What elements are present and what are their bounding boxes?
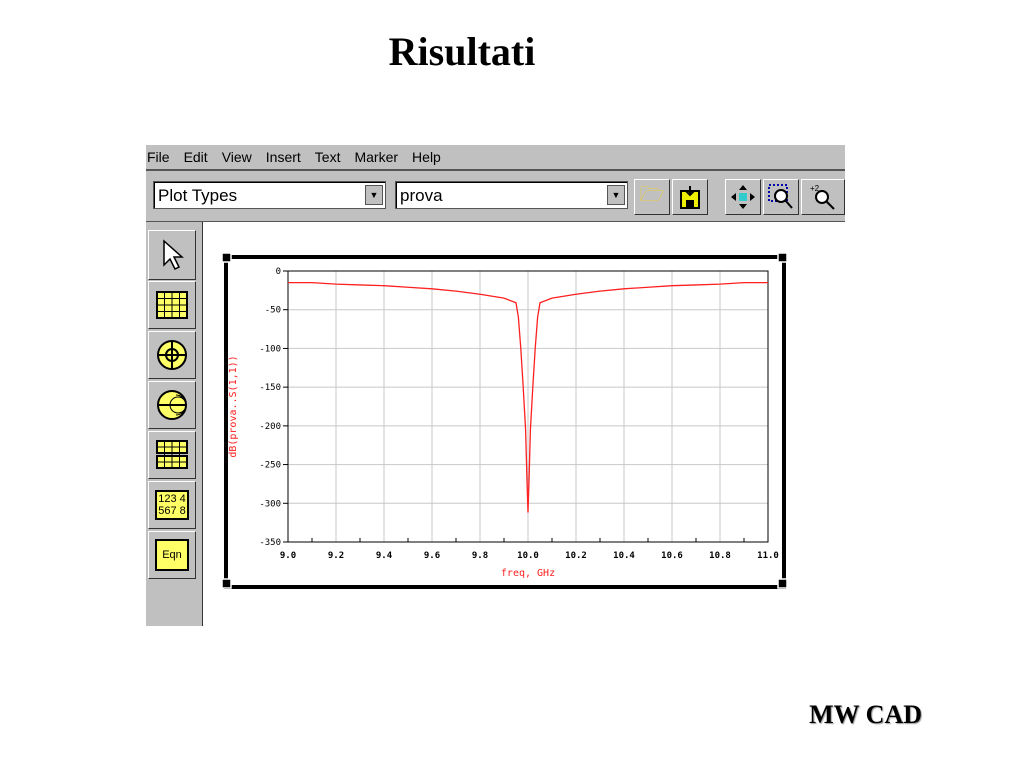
y-tick-label: -200 [259,422,281,432]
y-tick-label: -50 [265,306,281,316]
chevron-down-icon[interactable]: ▼ [607,185,625,205]
slide-title: Risultati [388,29,536,74]
polar-plot-button[interactable] [148,331,196,379]
zoom-area-icon [768,184,793,209]
plot-canvas[interactable]: 9.0 9.2 9.4 9.6 9.8 10.0 10.2 10.4 10.6 10.8 11.0 0… [203,222,845,626]
rectangular-plot[interactable]: 9.0 9.2 9.4 9.6 9.8 10.0 10.2 10.4 10.6 10.8 11.0 0… [203,222,845,626]
move-icon [731,185,755,209]
x-tick-label: 10.6 [661,551,683,561]
menu-bar: File Edit View Insert Text Marker Help [146,145,845,171]
x-tick-label: 11.0 [757,551,779,561]
zoom-area-button[interactable] [763,179,799,215]
grid-plot-icon [156,291,188,319]
x-tick-label: 9.6 [424,551,440,561]
smith-chart-icon [157,390,187,420]
save-icon [680,186,700,209]
x-tick-label: 10.0 [517,551,539,561]
zoom-in-icon: +2 [810,184,835,210]
stack-icon: 123 4 567 8 [155,490,189,520]
y-tick-label: -150 [259,383,281,393]
x-tick-label: 9.0 [280,551,296,561]
stack-button[interactable]: 123 4 567 8 [148,481,196,529]
selection-handle [777,578,788,589]
y-tick-label: 0 [276,267,281,277]
move-button[interactable] [725,179,761,215]
menu-file[interactable]: File [147,149,170,165]
slide-footer: MW CAD [809,700,922,729]
menu-view[interactable]: View [222,149,252,165]
equation-icon: Eqn [155,539,189,571]
app-window: File Edit View Insert Text Marker Help P… [146,145,845,626]
x-tick-label: 10.2 [565,551,587,561]
rectangular-plot-button[interactable] [148,281,196,329]
x-tick-label: 9.8 [472,551,488,561]
plot-types-value: Plot Types [158,186,238,205]
dataset-value: prova [400,186,443,205]
smith-chart-button[interactable] [148,381,196,429]
selection-handle [221,578,232,589]
plot-types-select[interactable]: Plot Types ▼ [153,181,386,209]
y-axis-label: dB(prova..S(1,1)) [228,355,239,457]
toolbar: Plot Types ▼ prova ▼ 🗁 +2 [146,173,845,223]
open-button[interactable]: 🗁 [634,179,670,215]
folder-open-icon: 🗁 [639,184,665,206]
y-tick-label: -100 [259,344,281,354]
pointer-button[interactable] [148,230,196,280]
x-tick-label: 9.2 [328,551,344,561]
plot-frame [224,255,786,589]
equation-button[interactable]: Eqn [148,531,196,579]
pointer-arrow-icon [163,239,184,271]
menu-edit[interactable]: Edit [184,149,208,165]
menu-marker[interactable]: Marker [354,149,398,165]
list-button[interactable] [148,431,196,479]
y-tick-label: -250 [259,461,281,471]
menu-text[interactable]: Text [315,149,341,165]
x-tick-label: 10.4 [613,551,635,561]
polar-plot-icon [157,340,187,370]
selection-handle [777,252,788,263]
zoom-2x-button[interactable]: +2 [801,179,845,215]
dataset-select[interactable]: prova ▼ [395,181,628,209]
plot-palette: 123 4 567 8 Eqn [146,222,203,626]
x-axis-label: freq, GHz [501,568,555,579]
y-tick-label: -300 [259,499,281,509]
menu-insert[interactable]: Insert [266,149,301,165]
selection-handle [221,252,232,263]
menu-help[interactable]: Help [412,149,441,165]
list-table-icon [156,440,188,469]
chevron-down-icon[interactable]: ▼ [365,185,383,205]
x-tick-label: 10.8 [709,551,731,561]
x-tick-label: 9.4 [376,551,393,561]
y-tick-label: -350 [259,538,281,548]
save-button[interactable] [672,179,708,215]
